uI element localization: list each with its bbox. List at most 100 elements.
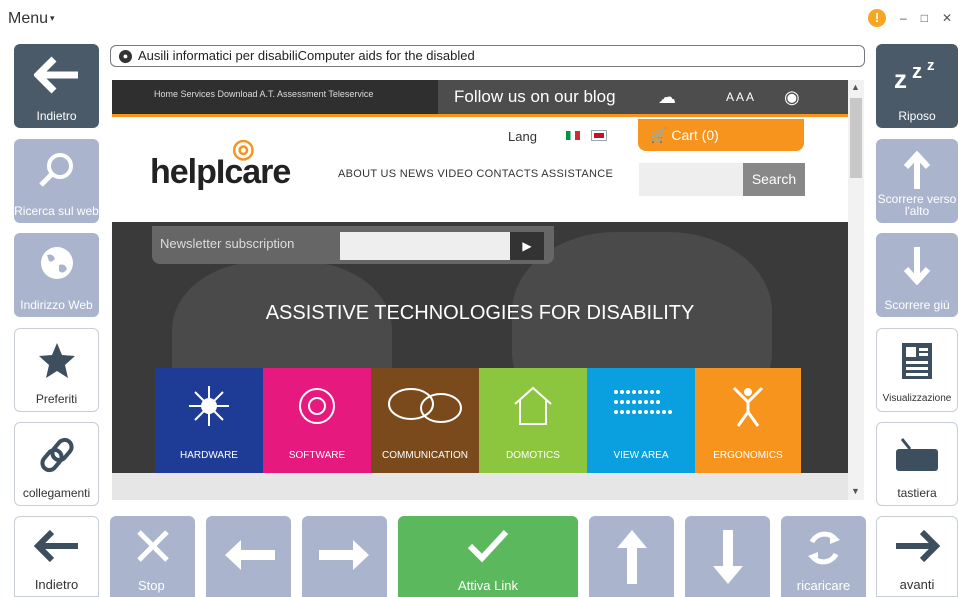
vertical-scrollbar[interactable]: ▲ ▼	[848, 80, 864, 500]
site-search-input[interactable]	[639, 163, 743, 196]
category-label: COMMUNICATION	[382, 450, 468, 461]
maximize-icon[interactable]: □	[921, 11, 928, 25]
logo-text: helpIcare	[150, 153, 291, 191]
arrow-left-icon	[15, 529, 98, 563]
star-icon	[15, 341, 98, 379]
category-label: SOFTWARE	[288, 450, 346, 461]
italian-flag-icon[interactable]	[566, 131, 580, 140]
category-label: HARDWARE	[180, 450, 238, 461]
hero-banner: Newsletter subscription ▶ ASSISTIVE TECH…	[112, 222, 848, 473]
site-main-nav[interactable]: ABOUT US NEWS VIDEO CONTACTS ASSISTANCE	[338, 168, 613, 180]
category-label: ERGONOMICS	[713, 450, 783, 461]
follow-label: Follow us on our blog	[454, 87, 616, 106]
scroll-down-button[interactable]	[685, 516, 770, 597]
view-icon	[877, 341, 957, 381]
scroll-down-arrow-icon[interactable]: ▼	[851, 486, 860, 496]
globe-icon: ●	[119, 49, 132, 63]
category-strip: HARDWARE SOFTWARE COMMUNICATION DOMOTICS…	[155, 368, 801, 473]
check-icon	[398, 528, 578, 564]
activate-link-button[interactable]: Attiva Link	[398, 516, 578, 597]
reload-label: ricaricare	[796, 578, 851, 593]
sleep-label: Riposo	[898, 109, 936, 123]
category-software[interactable]: SOFTWARE	[263, 368, 371, 473]
web-search-tile[interactable]: Ricerca sul web	[14, 139, 99, 223]
arrow-up-icon	[876, 151, 958, 191]
newsletter-box: Newsletter subscription ▶	[152, 226, 554, 264]
scroll-up-arrow-icon[interactable]: ▲	[851, 82, 860, 92]
back-tile[interactable]: Indietro	[14, 44, 99, 128]
scroll-up-tile[interactable]: Scorrere verso l'alto	[876, 139, 958, 223]
scrollbar-thumb[interactable]	[850, 98, 862, 178]
forward-label: avanti	[899, 577, 935, 592]
web-address-tile[interactable]: Indirizzo Web	[14, 233, 99, 317]
category-domotics[interactable]: DOMOTICS	[479, 368, 587, 473]
english-flag-icon[interactable]	[591, 130, 607, 141]
view-tile[interactable]: Visualizzazione	[876, 328, 958, 412]
favorites-tile[interactable]: Preferiti	[14, 328, 99, 412]
web-search-label: Ricerca sul web	[14, 204, 99, 218]
category-view-area[interactable]: VIEW AREA	[587, 368, 695, 473]
arrow-right-icon	[877, 529, 957, 563]
chevron-down-icon: ▾	[50, 13, 55, 24]
address-bar[interactable]: ● Ausili informatici per disabiliCompute…	[110, 45, 865, 67]
search-icon	[14, 151, 99, 191]
category-hardware[interactable]: HARDWARE	[155, 368, 263, 473]
menu-label: Menu	[8, 10, 49, 27]
scroll-down-tile[interactable]: Scorrere giù	[876, 233, 958, 317]
scroll-up-label: Scorrere verso l'alto	[877, 192, 957, 218]
web-view[interactable]: Home Services Download A.T. Assessment T…	[112, 80, 864, 500]
web-address-label: Indirizzo Web	[20, 298, 93, 312]
arrow-down-icon	[876, 245, 958, 285]
links-tile[interactable]: collegamenti	[14, 422, 99, 506]
close-icon	[110, 528, 195, 564]
title-bar: Menu ▾ ! – □ ✕	[0, 0, 958, 40]
back-label: Indietro	[34, 577, 79, 592]
keyboard-tile[interactable]: tastiera	[876, 422, 958, 506]
sleep-tile[interactable]: zzz Riposo	[876, 44, 958, 128]
horizontal-scrollbar[interactable]	[112, 473, 848, 500]
warning-icon[interactable]: !	[868, 9, 886, 27]
stop-label: Stop	[138, 578, 165, 593]
site-top-nav[interactable]: Home Services Download A.T. Assessment T…	[154, 89, 373, 99]
chat-icon	[371, 384, 479, 428]
scroll-down-label: Scorrere giù	[884, 298, 950, 312]
scroll-left-button[interactable]	[206, 516, 291, 597]
arrow-left-icon	[206, 538, 291, 572]
stop-button[interactable]: Stop	[110, 516, 195, 597]
refresh-icon	[781, 528, 866, 568]
link-icon	[15, 435, 98, 475]
reload-button[interactable]: ricaricare	[781, 516, 866, 597]
arrow-down-icon	[685, 528, 770, 586]
site-logo[interactable]: ◎ helpIcare	[150, 133, 291, 192]
favorites-label: Preferiti	[35, 392, 78, 406]
view-label: Visualizzazione	[882, 393, 952, 404]
category-communication[interactable]: COMMUNICATION	[371, 368, 479, 473]
address-text: Ausili informatici per disabiliComputer …	[138, 48, 475, 63]
braille-icon	[587, 384, 695, 428]
font-size-controls[interactable]: A A A	[726, 80, 754, 114]
back-tile-label: Indietro	[36, 109, 77, 123]
lang-label: Lang	[508, 129, 537, 144]
menu-button[interactable]: Menu ▾	[8, 10, 55, 28]
back-button[interactable]: Indietro	[14, 516, 99, 597]
newsletter-label: Newsletter subscription	[160, 236, 295, 251]
follow-blog-banner[interactable]: Follow us on our blog ☁ A A A ◉	[438, 80, 848, 114]
scroll-up-button[interactable]	[589, 516, 674, 597]
hero-title: ASSISTIVE TECHNOLOGIES FOR DISABILITY	[265, 302, 695, 324]
minimize-icon[interactable]: –	[900, 11, 907, 25]
category-label: DOMOTICS	[506, 450, 560, 461]
category-label: VIEW AREA	[613, 450, 669, 461]
cart-label: Cart (0)	[671, 127, 719, 143]
arrow-up-icon	[589, 528, 674, 586]
forward-button[interactable]: avanti	[876, 516, 958, 597]
cart-button[interactable]: 🛒 Cart (0)	[638, 119, 804, 151]
eye-icon[interactable]: ◉	[784, 80, 800, 114]
site-search-button[interactable]: Search	[743, 163, 805, 196]
newsletter-input[interactable]	[340, 232, 510, 260]
scroll-right-button[interactable]	[302, 516, 387, 597]
basket-icon: 🛒	[650, 127, 668, 143]
close-icon[interactable]: ✕	[942, 11, 952, 25]
svg-text:z: z	[912, 61, 922, 83]
newsletter-submit-icon[interactable]: ▶	[510, 232, 544, 260]
category-ergonomics[interactable]: ERGONOMICS	[695, 368, 801, 473]
